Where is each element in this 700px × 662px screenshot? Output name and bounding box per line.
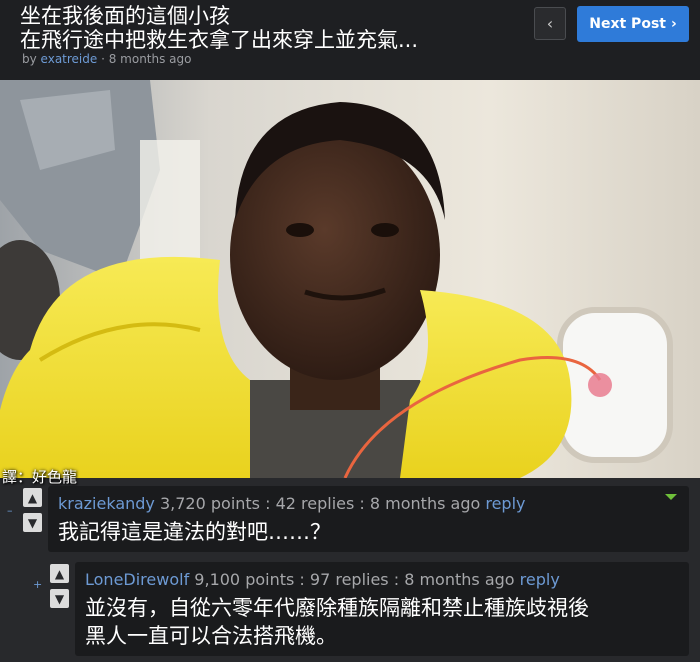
comment-age: 8 months ago bbox=[404, 570, 515, 589]
comment-meta: kraziekandy 3,720 points : 42 replies : … bbox=[58, 494, 526, 513]
reply-link[interactable]: reply bbox=[520, 570, 560, 589]
comment-body-line2: 黑人一直可以合法搭飛機。 bbox=[85, 624, 337, 648]
author-link[interactable]: exatreide bbox=[41, 52, 98, 66]
expand-triangle-icon[interactable] bbox=[665, 494, 677, 500]
previous-post-button[interactable]: ‹ bbox=[534, 7, 566, 40]
post-title-line1: 坐在我後面的這個小孩 bbox=[20, 4, 230, 28]
next-post-button[interactable]: Next Post › bbox=[577, 6, 689, 42]
comment-body: 並沒有，自從六零年代廢除種族隔離和禁止種族歧視後 黑人一直可以合法搭飛機。 bbox=[85, 594, 589, 650]
comment-replies: 97 replies bbox=[309, 570, 389, 589]
cabin-light bbox=[140, 140, 200, 260]
collapse-toggle[interactable]: – bbox=[7, 504, 13, 517]
comment-author[interactable]: kraziekandy bbox=[58, 494, 155, 513]
reply-link[interactable]: reply bbox=[485, 494, 525, 513]
comment-age: 8 months ago bbox=[369, 494, 481, 513]
next-post-label: Next Post bbox=[589, 16, 666, 32]
post-title: 坐在我後面的這個小孩 在飛行途中把救生衣拿了出來穿上並充氣... bbox=[20, 4, 500, 52]
post-age: · 8 months ago bbox=[101, 52, 192, 66]
comment: LoneDirewolf 9,100 points : 97 replies :… bbox=[75, 562, 689, 656]
comment: kraziekandy 3,720 points : 42 replies : … bbox=[48, 486, 689, 552]
byline-by: by bbox=[22, 52, 37, 66]
post-title-line2: 在飛行途中把救生衣拿了出來穿上並充氣... bbox=[20, 28, 419, 52]
comment-body-line1: 並沒有，自從六零年代廢除種族隔離和禁止種族歧視後 bbox=[85, 596, 589, 620]
meta-separator: : bbox=[260, 494, 276, 513]
post-byline: by exatreide · 8 months ago bbox=[22, 52, 192, 66]
meta-separator: : bbox=[354, 494, 370, 513]
translator-credit: 譯：好色龍 bbox=[2, 468, 78, 486]
comment-body: 我記得這是違法的對吧……？ bbox=[58, 520, 331, 544]
chevron-left-icon: ‹ bbox=[546, 14, 554, 33]
downvote-arrow-icon[interactable]: ▼ bbox=[50, 589, 69, 608]
post-header: 坐在我後面的這個小孩 在飛行途中把救生衣拿了出來穿上並充氣... by exat… bbox=[0, 0, 700, 80]
comment-points: 3,720 points bbox=[159, 494, 261, 513]
comment-points: 9,100 points bbox=[194, 570, 295, 589]
chevron-right-icon: › bbox=[670, 16, 677, 32]
photo-illustration bbox=[0, 80, 700, 478]
upvote-arrow-icon[interactable]: ▲ bbox=[23, 488, 42, 507]
post-image[interactable] bbox=[0, 80, 700, 478]
comment-replies: 42 replies bbox=[275, 494, 355, 513]
meta-separator: : bbox=[294, 570, 310, 589]
upvote-arrow-icon[interactable]: ▲ bbox=[50, 564, 69, 583]
meta-separator: : bbox=[388, 570, 405, 589]
comment-author[interactable]: LoneDirewolf bbox=[85, 570, 189, 589]
comment-meta: LoneDirewolf 9,100 points : 97 replies :… bbox=[85, 570, 560, 589]
downvote-arrow-icon[interactable]: ▼ bbox=[23, 513, 42, 532]
airplane-window bbox=[557, 307, 673, 463]
expand-toggle[interactable]: + bbox=[33, 578, 42, 591]
